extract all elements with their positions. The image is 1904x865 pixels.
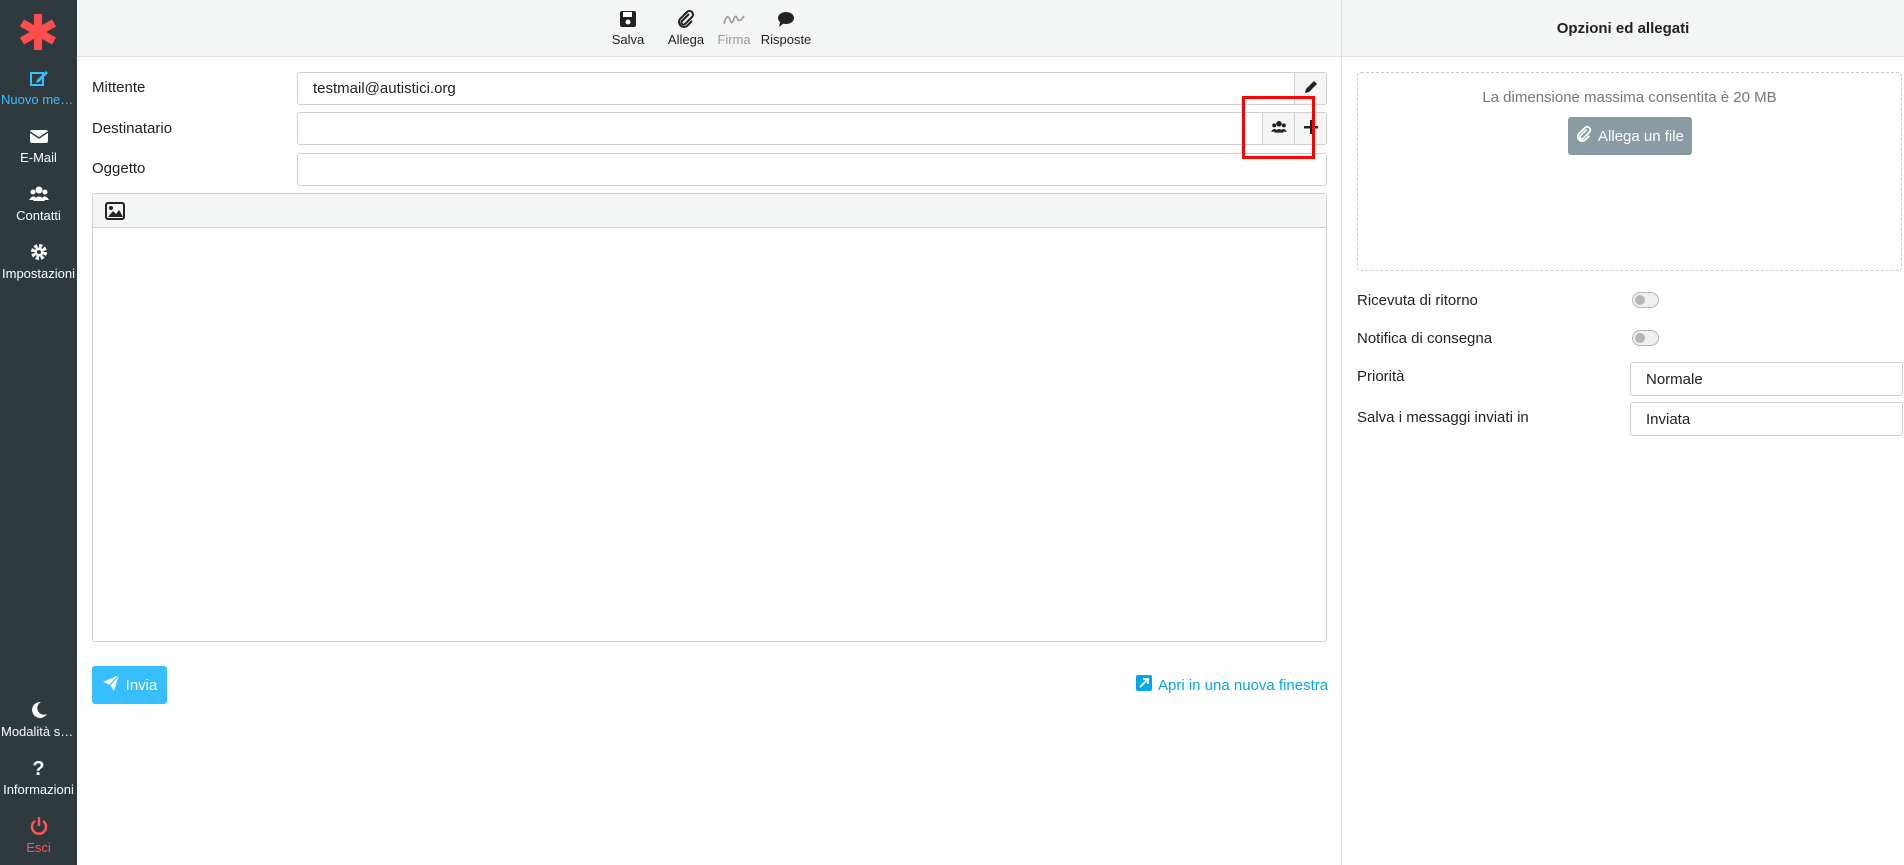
- sidebar-item-label: Impostazioni: [2, 266, 75, 281]
- sidebar-item-label: E-Mail: [20, 150, 57, 165]
- attach-file-label: Allega un file: [1598, 127, 1684, 145]
- signature-button[interactable]: Firma: [714, 10, 754, 47]
- delivery-notice-label: Notifica di consegna: [1357, 330, 1493, 347]
- add-recipient-button[interactable]: [1294, 113, 1326, 144]
- save-sent-label: Salva i messaggi inviati in: [1357, 409, 1529, 426]
- options-panel: Opzioni ed allegati La dimensione massim…: [1341, 0, 1904, 865]
- image-icon[interactable]: [105, 202, 125, 220]
- options-title: Opzioni ed allegati: [1342, 0, 1904, 57]
- sidebar-item-label: Nuovo mes...: [1, 92, 77, 107]
- speech-bubble-icon: [760, 10, 812, 32]
- open-new-window-link[interactable]: Apri in una nuova finestra: [1136, 675, 1328, 695]
- attach-label: Allega: [667, 32, 705, 47]
- moon-icon: [0, 700, 77, 722]
- save-button[interactable]: Salva: [608, 10, 648, 47]
- priority-select[interactable]: Normale: [1630, 362, 1903, 396]
- subject-field[interactable]: [297, 153, 1327, 186]
- sidebar-item-settings[interactable]: Impostazioni: [0, 242, 77, 281]
- sidebar-item-label: Esci: [26, 840, 51, 855]
- signature-icon: [714, 10, 754, 32]
- pencil-icon: [1303, 79, 1319, 99]
- floppy-disk-icon: [608, 10, 648, 32]
- question-icon: ?: [32, 758, 45, 780]
- power-icon: [0, 816, 77, 838]
- attach-button[interactable]: Allega: [666, 9, 706, 47]
- compose-toolbar: Salva Allega Firma Risposte: [77, 0, 1342, 57]
- paperclip-icon: [1576, 125, 1592, 146]
- plus-icon: [1303, 119, 1319, 139]
- logo-icon[interactable]: [18, 12, 58, 52]
- save-sent-value: Inviata: [1646, 411, 1691, 428]
- sidebar-item-about[interactable]: ? Informazioni: [0, 758, 77, 797]
- open-new-window-label: Apri in una nuova finestra: [1158, 676, 1329, 694]
- address-book-button[interactable]: [1262, 113, 1294, 144]
- sidebar-item-label: Modalità sc...: [1, 724, 77, 739]
- from-field[interactable]: testmail@autistici.org: [297, 72, 1327, 105]
- sidebar-item-dark-mode[interactable]: Modalità sc...: [0, 700, 77, 739]
- sidebar: Nuovo mes... E-Mail Contatti Impostazion…: [0, 0, 77, 865]
- responses-button[interactable]: Risposte: [760, 10, 812, 47]
- users-icon: [1270, 119, 1287, 139]
- send-label: Invia: [125, 676, 158, 694]
- signature-label: Firma: [717, 32, 751, 47]
- envelope-icon: [0, 126, 77, 148]
- compose-icon: [0, 68, 77, 90]
- to-field[interactable]: [297, 112, 1327, 145]
- subject-label: Oggetto: [92, 160, 146, 177]
- send-button[interactable]: Invia: [92, 666, 167, 704]
- save-sent-select[interactable]: Inviata: [1630, 402, 1903, 436]
- sidebar-item-contacts[interactable]: Contatti: [0, 184, 77, 223]
- paper-plane-icon: [102, 674, 120, 696]
- attachment-dropzone[interactable]: La dimensione massima consentita è 20 MB…: [1357, 72, 1902, 271]
- sidebar-item-label: Contatti: [16, 208, 61, 223]
- from-value: testmail@autistici.org: [313, 80, 456, 97]
- priority-label: Priorità: [1357, 368, 1405, 385]
- to-label: Destinatario: [92, 120, 173, 137]
- edit-identity-button[interactable]: [1294, 73, 1326, 104]
- editor-toolbar: [93, 194, 1326, 228]
- from-label: Mittente: [92, 79, 146, 96]
- sidebar-item-label: Informazioni: [3, 782, 74, 797]
- external-window-icon: [1136, 675, 1152, 695]
- delivery-notice-toggle[interactable]: [1632, 330, 1659, 346]
- responses-label: Risposte: [760, 32, 812, 47]
- sidebar-item-compose[interactable]: Nuovo mes...: [0, 68, 77, 107]
- read-receipt-toggle[interactable]: [1632, 292, 1659, 308]
- read-receipt-label: Ricevuta di ritorno: [1357, 292, 1478, 309]
- sidebar-item-email[interactable]: E-Mail: [0, 126, 77, 165]
- paperclip-icon: [666, 9, 706, 32]
- sidebar-item-logout[interactable]: Esci: [0, 816, 77, 855]
- message-body-editor[interactable]: [92, 193, 1327, 642]
- users-icon: [0, 184, 77, 206]
- gear-icon: [0, 242, 77, 264]
- max-size-text: La dimensione massima consentita è 20 MB: [1482, 89, 1777, 106]
- save-label: Salva: [611, 32, 645, 47]
- attach-file-button[interactable]: Allega un file: [1568, 117, 1692, 155]
- priority-value: Normale: [1646, 371, 1703, 388]
